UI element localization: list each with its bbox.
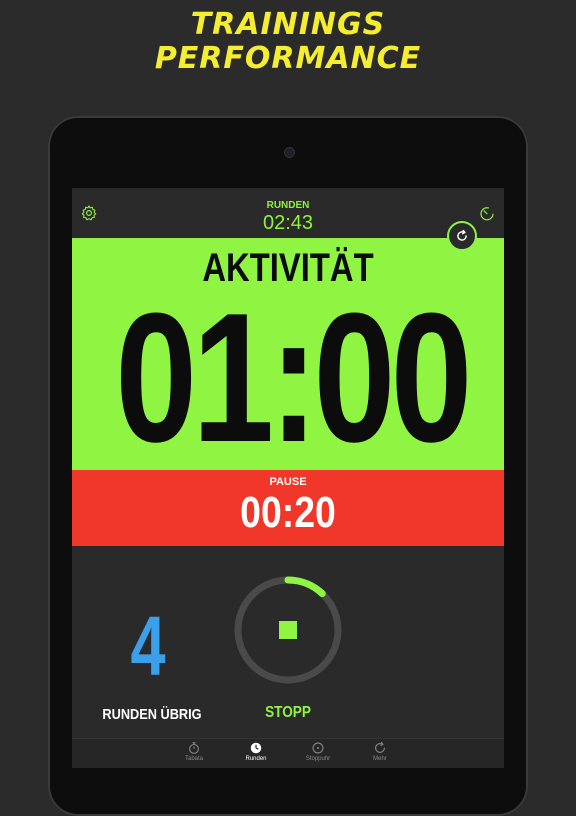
pause-panel: PAUSE 00:20 (72, 470, 504, 546)
rounds-total-time: 02:43 (262, 212, 314, 234)
tab-runden[interactable]: Runden (226, 741, 286, 768)
tab-label-stoppuhr: Stoppuhr (305, 756, 331, 762)
app-screen: RUNDEN 02:43 AKTIVITÄT 01:00 PAUSE 00:20… (72, 188, 504, 768)
rounds-label: RUNDEN (266, 200, 310, 211)
activity-panel: AKTIVITÄT 01:00 (72, 221, 504, 480)
controls-area: 4 RUNDEN ÜBRIG STOPP (72, 546, 504, 738)
tab-stoppuhr[interactable]: Stoppuhr (288, 741, 348, 768)
promo-line-1: TRAININGS (190, 7, 386, 42)
tab-label-tabata: Tabata (184, 756, 203, 762)
tab-mehr[interactable]: Mehr (350, 741, 410, 768)
tab-bar: Tabata Runden Stoppuhr Mehr (72, 738, 504, 768)
pause-time: 00:20 (240, 488, 336, 537)
stopwatch-circle-icon (312, 742, 324, 754)
stop-icon (279, 621, 297, 639)
timer-icon[interactable] (478, 204, 496, 222)
clock-icon (250, 742, 262, 754)
rounds-left-value: 4 (130, 599, 166, 693)
promo-headline: TRAININGS PERFORMANCE (0, 8, 576, 76)
tab-label-runden: Runden (245, 756, 267, 762)
stop-label[interactable]: STOPP (254, 704, 322, 722)
tab-tabata[interactable]: Tabata (164, 741, 224, 768)
camera-icon (284, 147, 295, 158)
refresh-icon (457, 229, 467, 241)
refresh-circle-icon (375, 741, 385, 753)
pause-label: PAUSE (269, 476, 307, 488)
promo-line-2: PERFORMANCE (154, 41, 422, 76)
activity-time: 01:00 (115, 274, 472, 480)
stopwatch-icon (189, 742, 199, 754)
top-bar: RUNDEN 02:43 (72, 188, 504, 238)
stop-button[interactable] (232, 574, 344, 686)
tab-label-mehr: Mehr (373, 756, 387, 762)
rounds-left-label: RUNDEN ÜBRIG (102, 706, 202, 723)
